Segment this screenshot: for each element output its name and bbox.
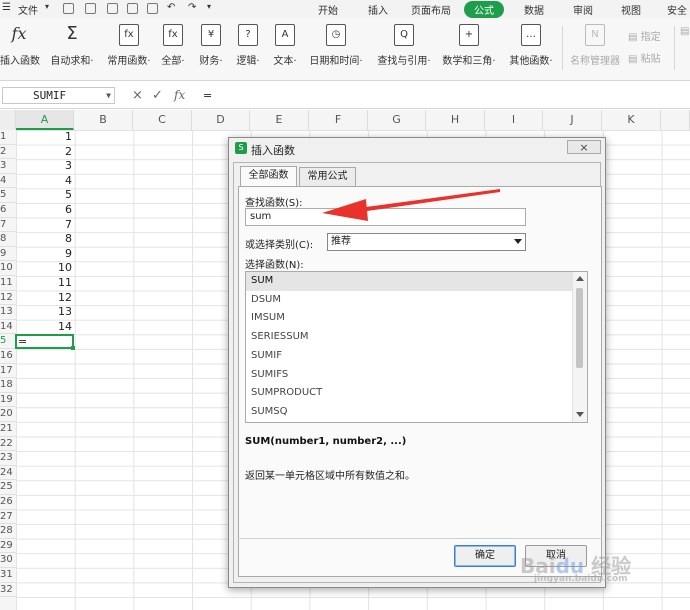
annotation-arrow-icon (322, 189, 500, 221)
baidu-watermark-logo: Baidu 经验 jingyan.baidu.com (520, 554, 632, 584)
arrow-head (322, 199, 368, 221)
arrow-shaft (366, 189, 500, 211)
